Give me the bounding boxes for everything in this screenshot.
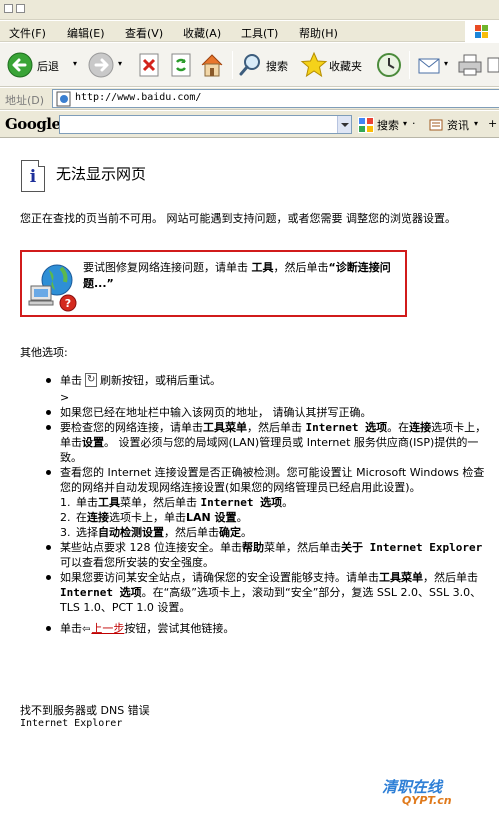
- diagnose-box: ? 要试图修复网络连接问题，请单击 工具，然后单击“诊断连接问题...”: [20, 250, 407, 317]
- mail-dropdown-icon[interactable]: ▾: [444, 59, 448, 68]
- diag-tools-label: 工具: [251, 261, 274, 274]
- google-search-dropdown-icon[interactable]: [337, 116, 351, 133]
- google-toolbar: Google 搜索 ▾ · 资讯 ▾ +: [0, 111, 499, 138]
- toolbar-separator: [232, 51, 233, 79]
- mail-icon[interactable]: [416, 50, 444, 80]
- menu-bar: 文件(F) 编辑(E) 查看(V) 收藏(A) 工具(T) 帮助(H): [0, 21, 499, 42]
- list-item: 如果您已经在地址栏中输入该网页的地址， 请确认其拼写正确。: [43, 405, 493, 420]
- search-icon[interactable]: [238, 50, 264, 80]
- diagnose-text: 要试图修复网络连接问题，请单击 工具，然后单击“诊断连接问题...”: [83, 261, 391, 290]
- google-divider: ·: [412, 117, 416, 130]
- edit-icon[interactable]: [486, 50, 499, 80]
- print-icon[interactable]: [456, 50, 484, 80]
- forward-dropdown-icon[interactable]: ▾: [118, 59, 122, 68]
- history-icon[interactable]: [375, 50, 403, 80]
- google-search-dropdown-icon[interactable]: ▾: [403, 119, 407, 128]
- step-item: 1. 单击工具菜单，然后单击 Internet 选项。: [60, 496, 294, 509]
- address-bar: 地址(D) http://www.baidu.com/: [0, 88, 499, 110]
- error-page: i 无法显示网页 您正在查找的页当前不可用。 网站可能遇到支持问题，或者您需要 …: [0, 139, 499, 817]
- address-label: 地址(D): [5, 94, 45, 107]
- list-item: 如果您要访问某安全站点，请确保您的安全设置能够支持。请单击工具菜单，然后单击 I…: [43, 570, 493, 615]
- search-button[interactable]: 搜索: [266, 58, 288, 74]
- google-g-icon[interactable]: [358, 117, 374, 133]
- menu-file[interactable]: 文件(F): [9, 25, 46, 41]
- address-url: http://www.baidu.com/: [75, 92, 202, 103]
- google-news-dropdown-icon[interactable]: ▾: [474, 119, 478, 128]
- home-icon[interactable]: [198, 50, 226, 80]
- windows-logo-icon: [465, 21, 499, 42]
- back-arrow-icon: ⇦: [82, 624, 91, 635]
- step-item: 2. 在连接选项卡上，单击LAN 设置。: [60, 511, 248, 524]
- back-button[interactable]: 后退: [37, 58, 59, 74]
- menu-help[interactable]: 帮助(H): [299, 25, 338, 41]
- list-item: 查看您的 Internet 连接设置是否正确被检测。您可能设置让 Microso…: [43, 465, 493, 495]
- refresh-icon[interactable]: [168, 50, 194, 80]
- window-top-strip: [0, 0, 499, 20]
- google-search-button[interactable]: 搜索: [377, 117, 399, 133]
- step-item: 3. 选择自动检测设置，然后单击确定。: [60, 526, 252, 539]
- network-globe-icon: ?: [28, 264, 77, 312]
- list-item: 要检查您的网络连接，请单击工具菜单，然后单击 Internet 选项。在连接选项…: [43, 420, 493, 465]
- address-input[interactable]: http://www.baidu.com/: [52, 89, 499, 108]
- error-type-text: 找不到服务器或 DNS 错误: [20, 704, 150, 717]
- page-title: 无法显示网页: [56, 165, 147, 183]
- menu-favorites[interactable]: 收藏(A): [183, 25, 221, 41]
- standard-toolbar: 后退 ▾ ▾ 搜索 收藏夹 ▾: [0, 43, 499, 87]
- svg-text:?: ?: [65, 297, 71, 310]
- back-dropdown-icon[interactable]: ▾: [73, 59, 77, 68]
- list-item: 单击⇦上一步按钮，尝试其他链接。: [43, 621, 493, 637]
- page-icon: [56, 91, 71, 107]
- stop-icon[interactable]: [136, 50, 162, 80]
- toolbar-separator: [409, 51, 410, 79]
- favorites-star-icon[interactable]: [300, 50, 328, 80]
- back-arrow-icon[interactable]: [6, 50, 34, 80]
- favorites-button[interactable]: 收藏夹: [329, 58, 362, 74]
- menu-edit[interactable]: 编辑(E): [67, 25, 105, 41]
- google-search-input[interactable]: [59, 115, 352, 134]
- intro-text: 您正在查找的页当前不可用。 网站可能遇到支持问题，或者您需要 调整您的浏览器设置…: [20, 212, 456, 225]
- menu-view[interactable]: 查看(V): [125, 25, 163, 41]
- product-name-text: Internet Explorer: [20, 718, 123, 729]
- news-icon[interactable]: [428, 117, 444, 133]
- list-item-extra: >: [60, 391, 70, 404]
- google-news-button[interactable]: 资讯: [447, 117, 469, 133]
- other-options-heading: 其他选项:: [20, 346, 68, 359]
- menu-tools[interactable]: 工具(T): [241, 25, 278, 41]
- options-list: 单击刷新按钮，或稍后重试。 > 如果您已经在地址栏中输入该网页的地址， 请确认其…: [43, 372, 493, 637]
- list-item: 某些站点要求 128 位连接安全。单击帮助菜单，然后单击关于 Internet …: [43, 540, 493, 570]
- forward-arrow-icon[interactable]: [87, 50, 115, 80]
- watermark-logo: 清职在线 QYPT.cn: [382, 778, 452, 807]
- refresh-icon[interactable]: [85, 372, 97, 387]
- window-control-icon[interactable]: [4, 4, 13, 13]
- google-logo[interactable]: Google: [5, 115, 61, 133]
- list-item: 单击刷新按钮，或稍后重试。: [43, 372, 493, 388]
- info-icon: i: [21, 160, 45, 192]
- back-link[interactable]: 上一步: [91, 622, 124, 635]
- google-more-icon[interactable]: +: [488, 117, 497, 130]
- window-control-icon[interactable]: [16, 4, 25, 13]
